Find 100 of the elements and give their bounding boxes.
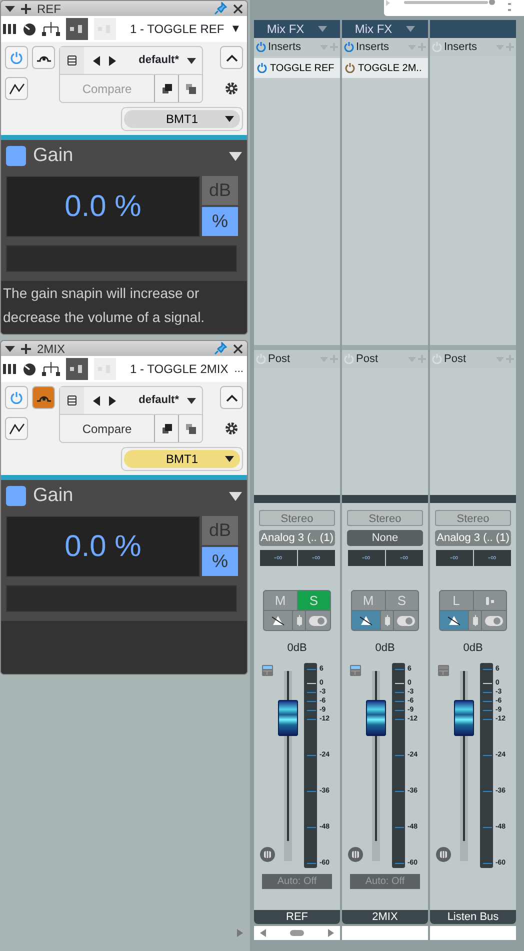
level-readout: -∞	[436, 550, 472, 566]
next-icon[interactable]	[109, 56, 116, 66]
preset-name[interactable]: default*	[116, 52, 187, 69]
save-icon[interactable]	[60, 47, 84, 74]
close-icon[interactable]	[233, 344, 243, 354]
scroll-right-icon[interactable]	[328, 929, 334, 937]
caret-icon[interactable]	[187, 58, 196, 64]
fader-handle[interactable]	[278, 700, 298, 736]
channel-name[interactable]: REF	[254, 910, 340, 924]
chevron-up-icon	[226, 394, 238, 402]
volume-readout: 0dB	[463, 641, 483, 656]
pause-icon[interactable]	[260, 846, 276, 862]
input-icon	[384, 615, 390, 626]
power-icon[interactable]	[256, 42, 266, 52]
toggle-icon	[309, 616, 327, 626]
monitor-icon	[359, 615, 373, 626]
compare-button[interactable]: Compare	[60, 415, 154, 442]
inserts-label: Inserts	[444, 40, 478, 55]
overlap-icon	[162, 84, 172, 94]
select-icon[interactable]	[350, 664, 362, 676]
routing-icon[interactable]	[42, 362, 60, 376]
select-icon[interactable]	[438, 664, 450, 676]
channel-name[interactable]: Listen Bus	[430, 910, 516, 924]
routing-button[interactable]: Analog 3 (.. (1)	[259, 530, 335, 546]
monitor-icon	[271, 615, 285, 626]
enable-checkbox[interactable]	[6, 486, 26, 506]
settings-icon[interactable]	[225, 422, 238, 435]
input-icon	[472, 615, 478, 626]
routing-button[interactable]: Analog 3 (.. (1)	[435, 530, 511, 546]
next-icon[interactable]	[109, 396, 116, 406]
sidechain-dropdown[interactable]: BMT1	[124, 450, 240, 468]
pin-icon[interactable]	[214, 2, 227, 15]
preset-slot-name[interactable]: 1 - TOGGLE 2MIX	[130, 360, 228, 378]
fx-header[interactable]: Mix FX	[254, 20, 340, 38]
routing-button[interactable]: None	[347, 530, 423, 546]
select-icon[interactable]	[262, 664, 274, 676]
preset-name[interactable]: default*	[116, 392, 187, 409]
slot-menu-button[interactable]: ▼	[230, 20, 242, 38]
snapin-title: Gain	[33, 144, 74, 168]
close-icon[interactable]	[233, 4, 243, 14]
channel-name[interactable]: 2MIX	[342, 910, 428, 924]
dial-icon[interactable]	[23, 22, 36, 36]
add-icon[interactable]	[21, 4, 31, 14]
slot-menu-button[interactable]: ...	[234, 360, 244, 378]
volume-readout: 0dB	[287, 641, 307, 656]
caret-icon[interactable]	[229, 492, 242, 500]
enable-checkbox[interactable]	[6, 146, 26, 166]
faded-tab-icon[interactable]	[66, 358, 88, 380]
insert-slot[interactable]: TOGGLE REF	[254, 58, 340, 78]
collapse-icon[interactable]	[5, 4, 15, 12]
insert-slot[interactable]: TOGGLE 2M..	[342, 58, 428, 78]
columns-icon[interactable]	[3, 23, 17, 35]
fader-handle[interactable]	[366, 700, 386, 736]
scroll-left-icon[interactable]	[260, 929, 266, 937]
curve-icon	[8, 82, 24, 94]
faded-tab-icon[interactable]	[66, 18, 88, 40]
routing-icon[interactable]	[42, 22, 60, 36]
previous-icon[interactable]	[93, 396, 100, 406]
fx-header[interactable]: Mix FX	[342, 20, 428, 38]
unit-button[interactable]: %	[202, 547, 238, 576]
input-button[interactable]	[474, 591, 506, 610]
collapse-button[interactable]	[220, 386, 243, 409]
fader-handle[interactable]	[454, 700, 474, 736]
preset-slot-name[interactable]: 1 - TOGGLE REF	[130, 20, 224, 38]
bypass-button[interactable]	[32, 386, 55, 409]
collapse-icon[interactable]	[5, 344, 15, 352]
toggle-icon	[397, 616, 415, 626]
collapse-button[interactable]	[220, 46, 243, 69]
power-icon[interactable]	[344, 42, 354, 52]
pin-icon[interactable]	[214, 342, 227, 355]
power-icon	[10, 391, 23, 404]
previous-icon[interactable]	[93, 56, 100, 66]
volume-readout: 0dB	[375, 641, 395, 656]
save-icon[interactable]	[60, 387, 84, 414]
dial-icon[interactable]	[23, 362, 36, 376]
gain-value[interactable]: 0.0 %	[6, 176, 200, 237]
automation-button[interactable]	[5, 77, 28, 100]
document-icon	[67, 55, 77, 66]
monitor-button[interactable]	[352, 611, 380, 630]
overlap-icon	[186, 84, 196, 94]
settings-icon[interactable]	[225, 82, 238, 95]
pause-icon[interactable]	[348, 846, 364, 862]
monitor-button[interactable]	[264, 611, 292, 630]
caret-icon	[225, 456, 234, 462]
sidechain-dropdown[interactable]: BMT1	[124, 110, 240, 128]
document-icon	[67, 395, 77, 406]
caret-icon[interactable]	[229, 152, 242, 160]
gain-value[interactable]: 0.0 %	[6, 516, 200, 577]
add-icon[interactable]	[21, 344, 31, 354]
scroll-bar[interactable]	[254, 926, 340, 940]
caret-icon	[318, 26, 328, 32]
inserts-label: Inserts	[268, 40, 302, 55]
monitor-button[interactable]	[440, 611, 468, 630]
pause-icon[interactable]	[436, 846, 452, 862]
caret-icon[interactable]	[187, 398, 196, 404]
columns-icon[interactable]	[3, 363, 17, 375]
automation-button[interactable]	[5, 417, 28, 440]
bypass-button[interactable]	[32, 46, 55, 69]
scroll-thumb[interactable]	[290, 930, 304, 936]
unit-button[interactable]: %	[202, 207, 238, 236]
